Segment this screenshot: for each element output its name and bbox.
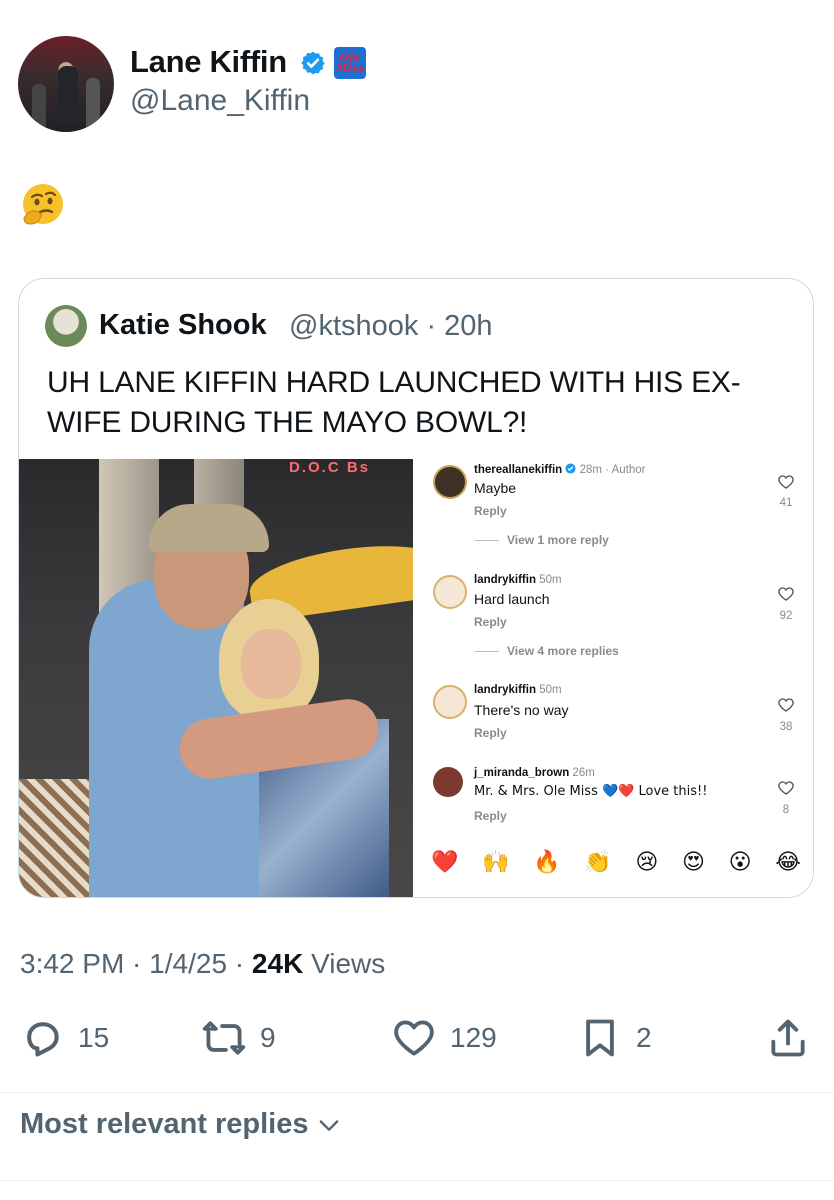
repost-icon bbox=[202, 1021, 246, 1055]
heart-outline-icon bbox=[778, 698, 794, 712]
reaction-emoji: 😂 bbox=[775, 850, 801, 875]
reaction-emoji: 👏 bbox=[584, 850, 612, 875]
post-time[interactable]: 3:42 PM bbox=[20, 948, 124, 979]
quoted-text: UH LANE KIFFIN HARD LAUNCHED WITH HIS EX… bbox=[47, 366, 741, 439]
commenter-avatar bbox=[433, 767, 463, 797]
like-button[interactable]: 129 bbox=[392, 1016, 497, 1060]
reaction-emoji: 🙌 bbox=[482, 850, 510, 875]
comment-text: Hard launch bbox=[474, 591, 550, 607]
divider bbox=[0, 1092, 834, 1093]
comment-reply-link: Reply bbox=[474, 726, 507, 740]
quoted-author-handle: @ktshook bbox=[289, 310, 419, 342]
quoted-author-handle-time[interactable]: @ktshook · 20h bbox=[289, 310, 493, 343]
comment-reply-link: Reply bbox=[474, 504, 507, 518]
heart-outline-icon bbox=[778, 475, 794, 489]
view-more-replies: View 4 more replies bbox=[475, 644, 619, 658]
author-handle[interactable]: @Lane_Kiffin bbox=[130, 84, 310, 118]
views-count: 24K bbox=[251, 948, 304, 979]
commenter-avatar bbox=[433, 465, 467, 499]
bookmark-icon bbox=[586, 1019, 614, 1057]
reply-icon bbox=[27, 1022, 59, 1057]
share-button[interactable] bbox=[766, 1016, 810, 1060]
verified-icon bbox=[565, 463, 576, 474]
comment-like-count: 41 bbox=[779, 497, 793, 509]
comment-text: Mr. & Mrs. Ole Miss 💙❤️ Love this!! bbox=[474, 784, 708, 799]
affiliation-badge-text: Ole Miss bbox=[335, 51, 365, 74]
comment-like-count: 92 bbox=[779, 610, 793, 622]
view-more-replies: View 1 more reply bbox=[475, 533, 609, 547]
quoted-photo[interactable]: D.O.C Bs bbox=[19, 459, 413, 897]
like-count: 129 bbox=[450, 1022, 497, 1053]
comment-reply-link: Reply bbox=[474, 809, 507, 823]
reply-count: 15 bbox=[78, 1022, 110, 1053]
reply-button[interactable]: 15 bbox=[20, 1016, 109, 1060]
quoted-time: 20h bbox=[444, 310, 493, 342]
author-avatar[interactable] bbox=[18, 36, 114, 132]
comments-screenshot: thereallanekiffin 28m · Author Maybe Rep… bbox=[419, 459, 813, 897]
comment-username: thereallanekiffin 28m · Author bbox=[474, 463, 646, 476]
bookmark-count: 2 bbox=[636, 1022, 652, 1053]
views-label: Views bbox=[311, 948, 386, 979]
commenter-avatar bbox=[433, 685, 467, 719]
heart-outline-icon bbox=[778, 781, 794, 795]
reaction-emoji: 😍 bbox=[682, 850, 705, 875]
divider bbox=[0, 1180, 834, 1181]
thinking-face-emoji bbox=[23, 184, 63, 225]
verified-badge-icon bbox=[301, 51, 325, 75]
photo-sign-text: D.O.C Bs bbox=[289, 459, 371, 476]
reaction-emoji: 😮 bbox=[728, 850, 752, 875]
comment-text: Maybe bbox=[474, 480, 517, 496]
post-date[interactable]: 1/4/25 bbox=[149, 948, 227, 979]
post-meta: 3:42 PM · 1/4/25 · 24K Views bbox=[20, 948, 386, 979]
comment-username: landrykiffin 50m bbox=[474, 574, 562, 586]
repost-button[interactable]: 9 bbox=[202, 1016, 276, 1060]
comment-like-count: 38 bbox=[779, 721, 793, 733]
comment-username: j_miranda_brown 26m bbox=[474, 767, 595, 779]
comment-like-count: 8 bbox=[782, 804, 790, 816]
heart-icon bbox=[394, 1020, 434, 1056]
affiliation-badge-icon[interactable]: Ole Miss bbox=[334, 47, 366, 79]
replies-sort-dropdown[interactable]: Most relevant replies bbox=[20, 1108, 343, 1141]
reaction-bar: ❤️ 🙌 🔥 👏 😢 😍 😮 😂 bbox=[431, 852, 801, 874]
chevron-down-icon bbox=[319, 1119, 338, 1131]
comment-text: There's no way bbox=[474, 702, 569, 718]
heart-outline-icon bbox=[778, 587, 794, 601]
comment-reply-link: Reply bbox=[474, 615, 507, 629]
quoted-author-avatar[interactable] bbox=[45, 305, 87, 347]
share-icon bbox=[771, 1019, 805, 1057]
author-name[interactable]: Lane Kiffin bbox=[130, 44, 287, 80]
reaction-emoji: 😢 bbox=[635, 850, 659, 875]
replies-sort-label: Most relevant replies bbox=[20, 1108, 309, 1140]
commenter-avatar bbox=[433, 575, 467, 609]
quoted-tweet-card[interactable]: Katie Shook @ktshook · 20h UH LANE KIFFI… bbox=[18, 278, 814, 898]
comment-username: landrykiffin 50m bbox=[474, 684, 562, 696]
bookmark-button[interactable]: 2 bbox=[578, 1016, 652, 1060]
quoted-author-name[interactable]: Katie Shook bbox=[99, 309, 267, 342]
repost-count: 9 bbox=[260, 1022, 276, 1053]
reaction-emoji: ❤️ bbox=[431, 850, 459, 875]
reaction-emoji: 🔥 bbox=[533, 850, 561, 875]
